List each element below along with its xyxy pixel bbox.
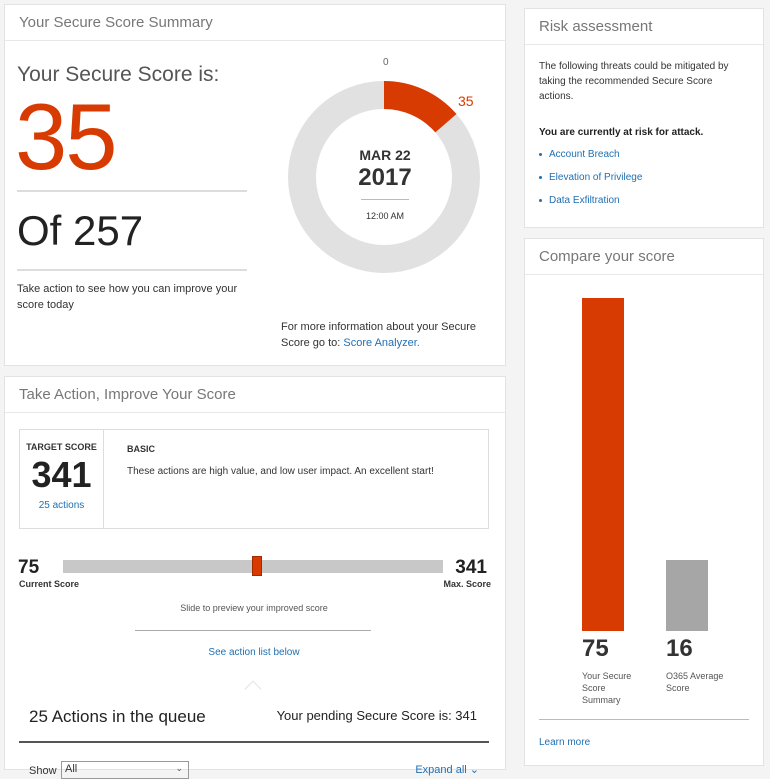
threat-link-data-exfiltration[interactable]: Data Exfiltration xyxy=(549,193,620,208)
caret-up-icon xyxy=(244,680,262,698)
basic-tier-title: BASIC xyxy=(127,444,156,454)
slide-hint-text: Slide to preview your improved score xyxy=(180,603,328,613)
target-score-value: 341 xyxy=(31,454,92,495)
risk-assessment-card: Risk assessment The following threats co… xyxy=(524,8,764,228)
target-score-panel: TARGET SCORE 341 25 actions BASIC These … xyxy=(19,429,489,529)
risk-card-title: Risk assessment xyxy=(525,9,763,45)
bullet-icon xyxy=(539,176,542,179)
queue-divider xyxy=(19,741,489,743)
pending-score-text: Your pending Secure Score is: 341 xyxy=(276,708,477,723)
threat-item: Data Exfiltration xyxy=(539,193,749,208)
threat-link-account-breach[interactable]: Account Breach xyxy=(549,147,620,162)
score-analyzer-link[interactable]: Score Analyzer. xyxy=(343,337,419,349)
compare-divider xyxy=(539,719,749,720)
action-card-title: Take Action, Improve Your Score xyxy=(5,377,505,413)
target-score-label: TARGET SCORE xyxy=(26,442,97,452)
learn-more-link[interactable]: Learn more xyxy=(539,737,590,748)
more-info-text: For more information about your Secure S… xyxy=(281,319,501,351)
donut-year: 2017 xyxy=(358,164,412,191)
target-actions-link[interactable]: 25 actions xyxy=(20,500,103,511)
see-action-list-link[interactable]: See action list below xyxy=(208,647,299,658)
donut-start-label: 0 xyxy=(383,57,389,68)
threat-link-elevation-of-privilege[interactable]: Elevation of Privilege xyxy=(549,170,642,185)
donut-time: 12:00 AM xyxy=(365,211,405,221)
score-donut-chart: 0 35 MAR 22 2017 12:00 AM xyxy=(287,57,483,281)
threat-list: Account Breach Elevation of Privilege Da… xyxy=(539,147,749,208)
bullet-icon xyxy=(539,153,542,156)
your-score-bar xyxy=(582,298,624,631)
max-score-text: Of 257 xyxy=(17,207,144,254)
queue-title: 25 Actions in the queue xyxy=(29,707,206,726)
show-filter-value: All xyxy=(65,763,78,775)
score-divider xyxy=(17,190,247,192)
risk-warning-text: You are currently at risk for attack. xyxy=(539,127,704,138)
donut-value-label: 35 xyxy=(458,93,474,109)
current-score-label: Current Score xyxy=(19,579,80,589)
max-score-number: 341 xyxy=(455,557,487,578)
average-score-bar xyxy=(666,560,708,631)
show-filter-label: Show xyxy=(29,765,57,777)
donut-score-arc xyxy=(383,81,457,133)
average-score-label: O365 Average Score xyxy=(666,671,724,693)
chevron-down-icon: ⌄ xyxy=(469,764,479,776)
compare-card-title: Compare your score xyxy=(525,239,763,275)
hint-divider xyxy=(135,630,371,631)
donut-date: MAR 22 xyxy=(359,147,411,163)
threat-item: Elevation of Privilege xyxy=(539,170,749,185)
average-score-value: 16 xyxy=(666,635,693,662)
score-divider-bottom xyxy=(17,269,247,271)
max-score-label: Max. Score xyxy=(443,579,491,589)
target-score-summary: TARGET SCORE 341 25 actions xyxy=(20,430,104,528)
show-filter-select[interactable]: All ⌄ xyxy=(61,761,189,779)
current-score-number: 75 xyxy=(18,557,40,578)
donut-divider xyxy=(361,199,409,200)
compare-score-card: Compare your score 75 16 Your Secure Sco… xyxy=(524,238,764,766)
current-score-value: 35 xyxy=(15,84,118,189)
summary-card-title: Your Secure Score Summary xyxy=(5,5,505,41)
take-action-card: Take Action, Improve Your Score TARGET S… xyxy=(4,376,506,779)
chevron-down-icon: ⌄ xyxy=(175,763,183,773)
basic-tier-description: These actions are high value, and low us… xyxy=(127,466,434,477)
score-slider-handle[interactable] xyxy=(252,556,262,576)
risk-intro-text: The following threats could be mitigated… xyxy=(539,61,729,102)
your-score-value: 75 xyxy=(582,635,609,662)
bullet-icon xyxy=(539,199,542,202)
your-score-label: Your Secure Score Summary xyxy=(582,671,632,705)
expand-all-label: Expand all xyxy=(415,764,467,776)
threat-item: Account Breach xyxy=(539,147,749,162)
secure-score-summary-card: Your Secure Score Summary Your Secure Sc… xyxy=(4,4,506,366)
see-action-list-link-wrap: See action list below xyxy=(5,647,503,658)
improve-score-text: Take action to see how you can improve y… xyxy=(17,283,238,311)
